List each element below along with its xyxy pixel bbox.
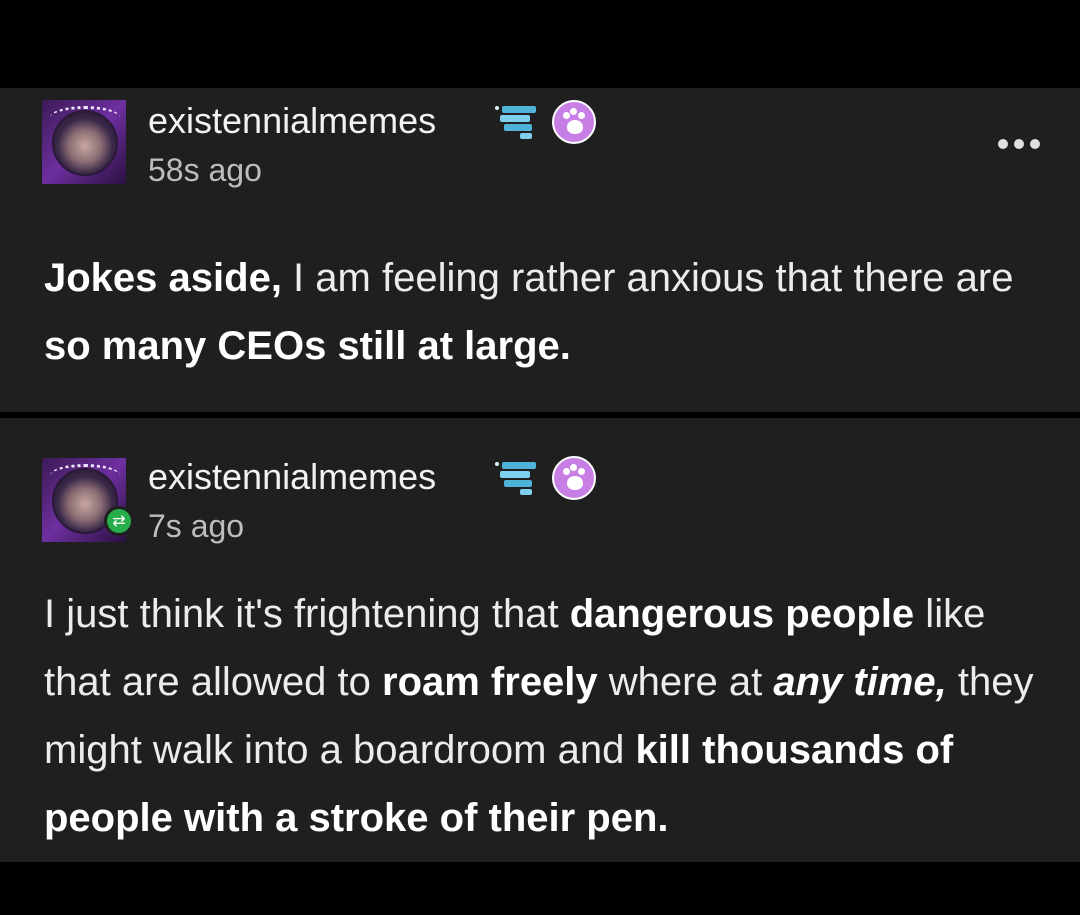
username-link[interactable]: existennialmemes <box>148 456 436 498</box>
post-original: existennialmemes 58s ago Jokes aside, I … <box>0 88 1080 412</box>
reblog-badge: ⇄ <box>104 506 134 536</box>
ellipsis-icon-dot <box>1014 139 1024 149</box>
avatar[interactable] <box>42 100 126 184</box>
ellipsis-icon <box>998 139 1008 149</box>
post-text-italic: any time, <box>773 660 947 704</box>
post-text-segment: where at <box>597 660 774 704</box>
avatar-arc-decoration <box>50 106 120 129</box>
more-options-button[interactable] <box>996 134 1044 154</box>
post-text-segment: so many CEOs still at large. <box>44 324 571 368</box>
reblog-icon: ⇄ <box>107 509 131 533</box>
post-timestamp: 58s ago <box>148 152 262 188</box>
paw-badge-icon <box>552 100 596 144</box>
chat-bubbles-badge-icon <box>495 106 536 139</box>
post-timestamp: 7s ago <box>148 508 245 544</box>
ellipsis-icon-dot <box>1030 139 1040 149</box>
post-body: Jokes aside, I am feeling rather anxious… <box>44 244 1054 380</box>
post-text-segment: I am feeling rather anxious that there a… <box>281 256 1014 300</box>
post-text-segment: roam freely <box>382 660 598 704</box>
post-text-segment: any time, <box>773 660 946 704</box>
post-text-segment: I just think it's frightening that <box>44 592 570 636</box>
post-body: I just think it's frightening that dange… <box>44 580 1054 852</box>
avatar-arc-decoration <box>50 464 120 487</box>
chat-bubbles-badge-icon <box>495 462 536 495</box>
post-text-segment: Jokes aside, <box>44 256 282 300</box>
username-link[interactable]: existennialmemes <box>148 100 436 142</box>
post-text-segment: dangerous people <box>569 592 915 636</box>
paw-badge-icon <box>552 456 596 500</box>
post-reblog: ⇄ existennialmemes 7s ago I just think i… <box>0 418 1080 862</box>
